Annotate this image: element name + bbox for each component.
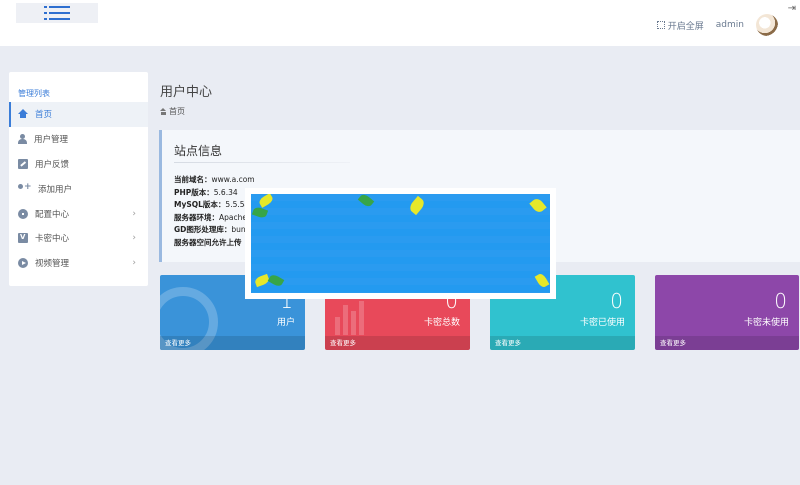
site-info-row: 服务器空间允许上传 — [174, 237, 255, 250]
breadcrumb: 首页 — [160, 106, 185, 117]
fullscreen-label: 开启全屏 — [667, 21, 704, 32]
fullscreen-button[interactable]: 开启全屏 — [656, 19, 704, 32]
view-more-link[interactable]: 查看更多 — [325, 336, 470, 350]
home-icon — [18, 108, 28, 118]
home-icon — [160, 108, 166, 115]
site-info-value: 5.6.34 — [213, 187, 238, 197]
site-info-label: MySQL版本： — [174, 200, 226, 209]
view-more-link[interactable]: 查看更多 — [490, 336, 635, 350]
leaf-decoration — [267, 273, 285, 288]
hamburger-icon — [44, 6, 70, 20]
breadcrumb-home-link[interactable]: 首页 — [169, 106, 185, 117]
sidebar-item-label: 用户管理 — [34, 135, 69, 146]
sidebar: 管理列表 首页 用户管理 用户反馈 添加用户 配置中心 › 卡密中心 › 视频管… — [9, 72, 148, 286]
leaf-decoration — [251, 205, 269, 220]
card-icon — [18, 233, 28, 244]
play-icon — [18, 258, 28, 269]
site-info-label: 服务器空间允许上传 — [174, 237, 242, 247]
add-user-icon — [18, 182, 32, 194]
view-more-link[interactable]: 查看更多 — [160, 336, 305, 350]
site-info-row: MySQL版本：5.5.54-l — [174, 199, 255, 212]
sidebar-item-label: 视频管理 — [35, 259, 70, 270]
sidebar-item-label: 首页 — [35, 110, 53, 121]
site-info-row: 当前域名：www.a.com — [174, 174, 255, 187]
stat-label: 用户 — [276, 318, 295, 328]
leaf-decoration — [257, 194, 275, 208]
leaf-decoration — [534, 272, 550, 289]
site-info-label: GD图形处理库： — [174, 225, 232, 234]
user-icon — [18, 134, 27, 145]
chevron-right-icon: › — [132, 233, 136, 244]
leaf-decoration — [529, 196, 547, 215]
sidebar-item-user-management[interactable]: 用户管理 — [9, 127, 148, 152]
leaf-decoration — [407, 195, 427, 216]
site-info-value: www.a.com — [211, 175, 255, 184]
sidebar-item-label: 卡密中心 — [35, 234, 70, 245]
site-info-label: 服务器环境： — [174, 212, 219, 222]
site-info-row: PHP版本：5.6.34 — [174, 187, 255, 200]
username-link[interactable]: admin — [716, 20, 744, 30]
edit-icon — [18, 158, 28, 169]
sidebar-item-config-center[interactable]: 配置中心 › — [9, 201, 148, 226]
site-info-row: 服务器环境：Apache, — [174, 212, 255, 225]
stat-label: 卡密总数 — [423, 318, 460, 328]
sidebar-item-card-center[interactable]: 卡密中心 › — [9, 226, 148, 251]
divider — [174, 162, 350, 163]
stat-value: 0 — [610, 289, 623, 313]
site-info-label: 当前域名： — [174, 175, 212, 184]
site-info-title: 站点信息 — [174, 144, 223, 158]
chevron-right-icon: › — [132, 258, 136, 269]
sidebar-item-label: 添加用户 — [38, 184, 73, 195]
gear-icon — [18, 208, 28, 219]
sidebar-item-label: 配置中心 — [35, 209, 70, 220]
stat-label: 卡密已使用 — [579, 318, 625, 328]
sidebar-title: 管理列表 — [18, 89, 50, 98]
page-title: 用户中心 — [160, 85, 213, 100]
sidebar-item-add-user[interactable]: 添加用户 — [9, 176, 148, 201]
stat-label: 卡密未使用 — [743, 318, 789, 328]
fullscreen-icon — [656, 21, 665, 29]
logout-icon[interactable]: ⇥ — [788, 3, 796, 14]
avatar[interactable] — [756, 14, 778, 36]
menu-toggle-button[interactable] — [16, 3, 98, 23]
bar-chart-decoration — [335, 301, 364, 335]
top-header: 开启全屏 admin ⇥ — [0, 0, 800, 46]
sidebar-item-label: 用户反馈 — [35, 159, 70, 170]
site-info-label: PHP版本： — [174, 187, 214, 197]
popup-image-content — [251, 194, 550, 293]
stat-value: 0 — [774, 289, 787, 313]
sidebar-item-home[interactable]: 首页 — [9, 102, 148, 127]
chevron-right-icon: › — [132, 208, 136, 219]
site-info-list: 当前域名：www.a.com PHP版本：5.6.34 MySQL版本：5.5.… — [174, 174, 255, 249]
view-more-link[interactable]: 查看更多 — [655, 336, 799, 350]
leaf-decoration — [357, 194, 375, 209]
sidebar-item-user-feedback[interactable]: 用户反馈 — [9, 152, 148, 177]
stat-card-card-unused: 0 卡密未使用 查看更多 — [655, 275, 799, 350]
site-info-row: GD图形处理库：bunc — [174, 224, 255, 237]
popup-image[interactable] — [245, 188, 556, 299]
sidebar-item-video-management[interactable]: 视频管理 › — [9, 251, 148, 276]
